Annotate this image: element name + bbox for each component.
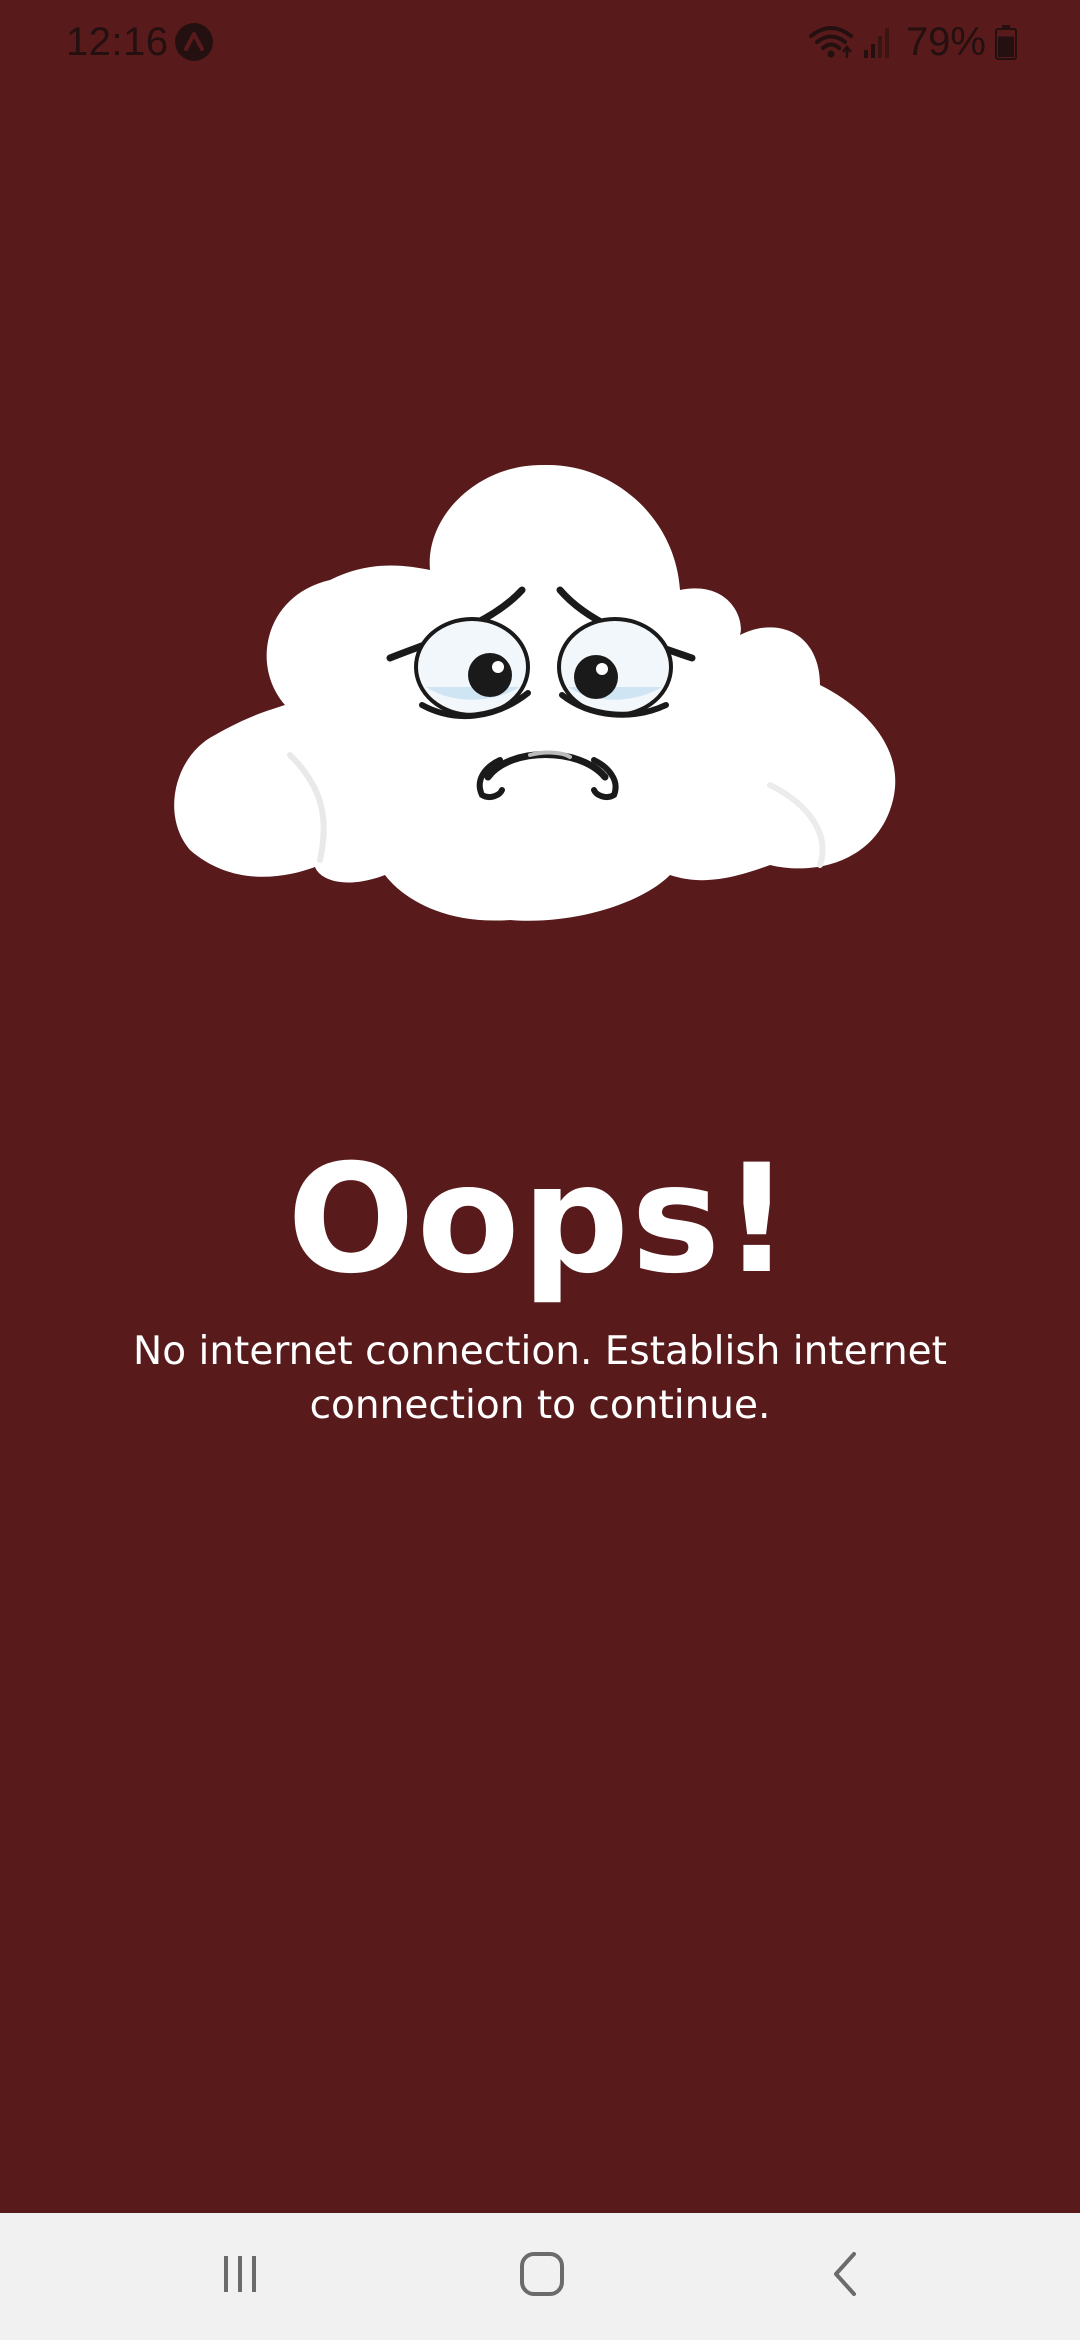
navigation-bar — [0, 2213, 1080, 2340]
home-icon — [518, 2250, 566, 2303]
no-internet-screen: 12:16 79% Oops! No internet connection. … — [0, 0, 1080, 2340]
wifi-icon — [808, 22, 854, 62]
status-bar: 12:16 79% — [0, 0, 1080, 84]
battery-percent: 79% — [905, 20, 986, 64]
home-button[interactable] — [462, 2213, 622, 2340]
cellular-signal-icon — [862, 22, 892, 62]
recents-button[interactable] — [160, 2213, 320, 2340]
error-message: No internet connection. Establish intern… — [133, 1329, 947, 1428]
back-icon — [826, 2250, 866, 2303]
error-title: Oops! — [287, 1133, 793, 1307]
app-notification-icon — [174, 22, 214, 62]
status-time: 12:16 — [66, 20, 169, 64]
battery-icon — [994, 24, 1018, 60]
sad-cloud-icon — [170, 455, 920, 945]
back-button[interactable] — [766, 2213, 926, 2340]
recents-icon — [218, 2252, 262, 2301]
status-indicators: 79% — [808, 16, 1018, 68]
